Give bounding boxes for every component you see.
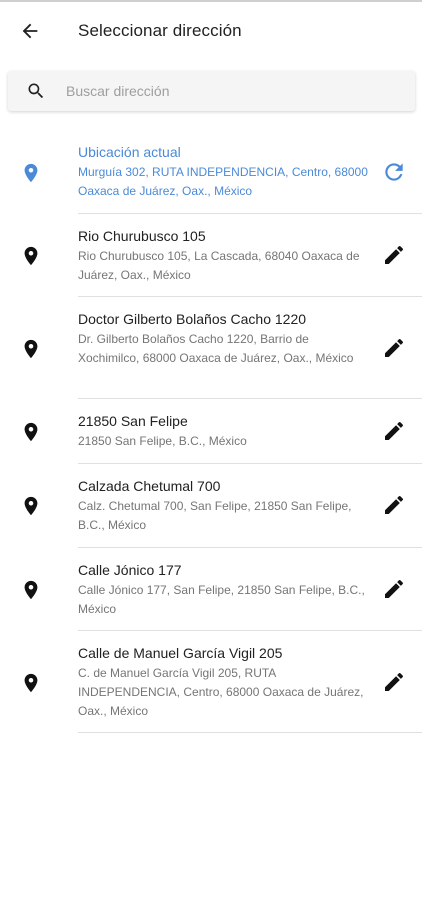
address-text: Doctor Gilberto Bolaños Cacho 1220 Dr. G… bbox=[78, 310, 368, 368]
address-name: Calle de Manuel García Vigil 205 bbox=[78, 645, 283, 661]
address-detail: Dr. Gilberto Bolaños Cacho 1220, Barrio … bbox=[78, 332, 354, 365]
location-pin-icon bbox=[24, 339, 38, 359]
edit-address-button[interactable] bbox=[380, 491, 408, 519]
address-item[interactable]: Calzada Chetumal 700 Calz. Chetumal 700,… bbox=[0, 464, 422, 548]
address-detail: Calz. Chetumal 700, San Felipe, 21850 Sa… bbox=[78, 499, 352, 532]
location-pin-icon bbox=[24, 496, 38, 516]
current-location-address: Murguía 302, RUTA INDEPENDENCIA, Centro,… bbox=[78, 165, 368, 198]
search-icon bbox=[28, 83, 44, 99]
location-pin-icon bbox=[24, 580, 38, 600]
address-item[interactable]: Rio Churubusco 105 Rio Churubusco 105, L… bbox=[0, 214, 422, 297]
address-text: Calzada Chetumal 700 Calz. Chetumal 700,… bbox=[78, 477, 368, 535]
pencil-icon bbox=[385, 245, 404, 264]
location-pin-icon bbox=[24, 673, 38, 693]
edit-address-button[interactable] bbox=[380, 334, 408, 362]
edit-address-button[interactable] bbox=[380, 241, 408, 269]
pencil-icon bbox=[385, 495, 404, 514]
refresh-icon bbox=[385, 163, 403, 181]
search-bar[interactable] bbox=[8, 71, 415, 111]
edit-address-button[interactable] bbox=[380, 575, 408, 603]
page-title: Seleccionar dirección bbox=[78, 21, 242, 40]
pencil-icon bbox=[385, 672, 404, 691]
address-detail: 21850 San Felipe, B.C., México bbox=[78, 434, 247, 448]
back-button[interactable] bbox=[14, 15, 46, 47]
address-text: Rio Churubusco 105 Rio Churubusco 105, L… bbox=[78, 227, 368, 285]
location-pin-icon bbox=[24, 246, 38, 266]
arrow-left-icon bbox=[22, 23, 38, 39]
pencil-icon bbox=[385, 579, 404, 598]
current-location-text: Ubicación actual Murguía 302, RUTA INDEP… bbox=[78, 143, 368, 201]
edit-address-button[interactable] bbox=[380, 668, 408, 696]
location-pin-icon bbox=[24, 163, 38, 183]
location-pin-icon bbox=[24, 422, 38, 442]
address-text: 21850 San Felipe 21850 San Felipe, B.C.,… bbox=[78, 412, 368, 451]
divider bbox=[78, 732, 422, 733]
search-input[interactable] bbox=[66, 83, 366, 99]
edit-address-button[interactable] bbox=[380, 417, 408, 445]
address-name: Calle Jónico 177 bbox=[78, 562, 182, 578]
address-item[interactable]: 21850 San Felipe 21850 San Felipe, B.C.,… bbox=[0, 399, 422, 464]
address-detail: Rio Churubusco 105, La Cascada, 68040 Oa… bbox=[78, 249, 360, 282]
address-name: Rio Churubusco 105 bbox=[78, 228, 206, 244]
app-bar: Seleccionar dirección bbox=[0, 2, 422, 60]
pencil-icon bbox=[385, 338, 404, 357]
address-name: 21850 San Felipe bbox=[78, 413, 188, 429]
address-list: Ubicación actual Murguía 302, RUTA INDEP… bbox=[0, 130, 422, 733]
current-location-item[interactable]: Ubicación actual Murguía 302, RUTA INDEP… bbox=[0, 130, 422, 214]
address-name: Calzada Chetumal 700 bbox=[78, 478, 221, 494]
address-item[interactable]: Doctor Gilberto Bolaños Cacho 1220 Dr. G… bbox=[0, 297, 422, 399]
address-text: Calle de Manuel García Vigil 205 C. de M… bbox=[78, 644, 368, 721]
address-item[interactable]: Calle Jónico 177 Calle Jónico 177, San F… bbox=[0, 548, 422, 631]
address-item[interactable]: Calle de Manuel García Vigil 205 C. de M… bbox=[0, 631, 422, 733]
address-detail: Calle Jónico 177, San Felipe, 21850 San … bbox=[78, 583, 365, 616]
refresh-location-button[interactable] bbox=[380, 158, 408, 186]
pencil-icon bbox=[385, 421, 404, 440]
address-detail: C. de Manuel García Vigil 205, RUTA INDE… bbox=[78, 666, 364, 718]
current-location-label: Ubicación actual bbox=[78, 144, 181, 160]
address-text: Calle Jónico 177 Calle Jónico 177, San F… bbox=[78, 561, 368, 619]
address-name: Doctor Gilberto Bolaños Cacho 1220 bbox=[78, 311, 307, 327]
